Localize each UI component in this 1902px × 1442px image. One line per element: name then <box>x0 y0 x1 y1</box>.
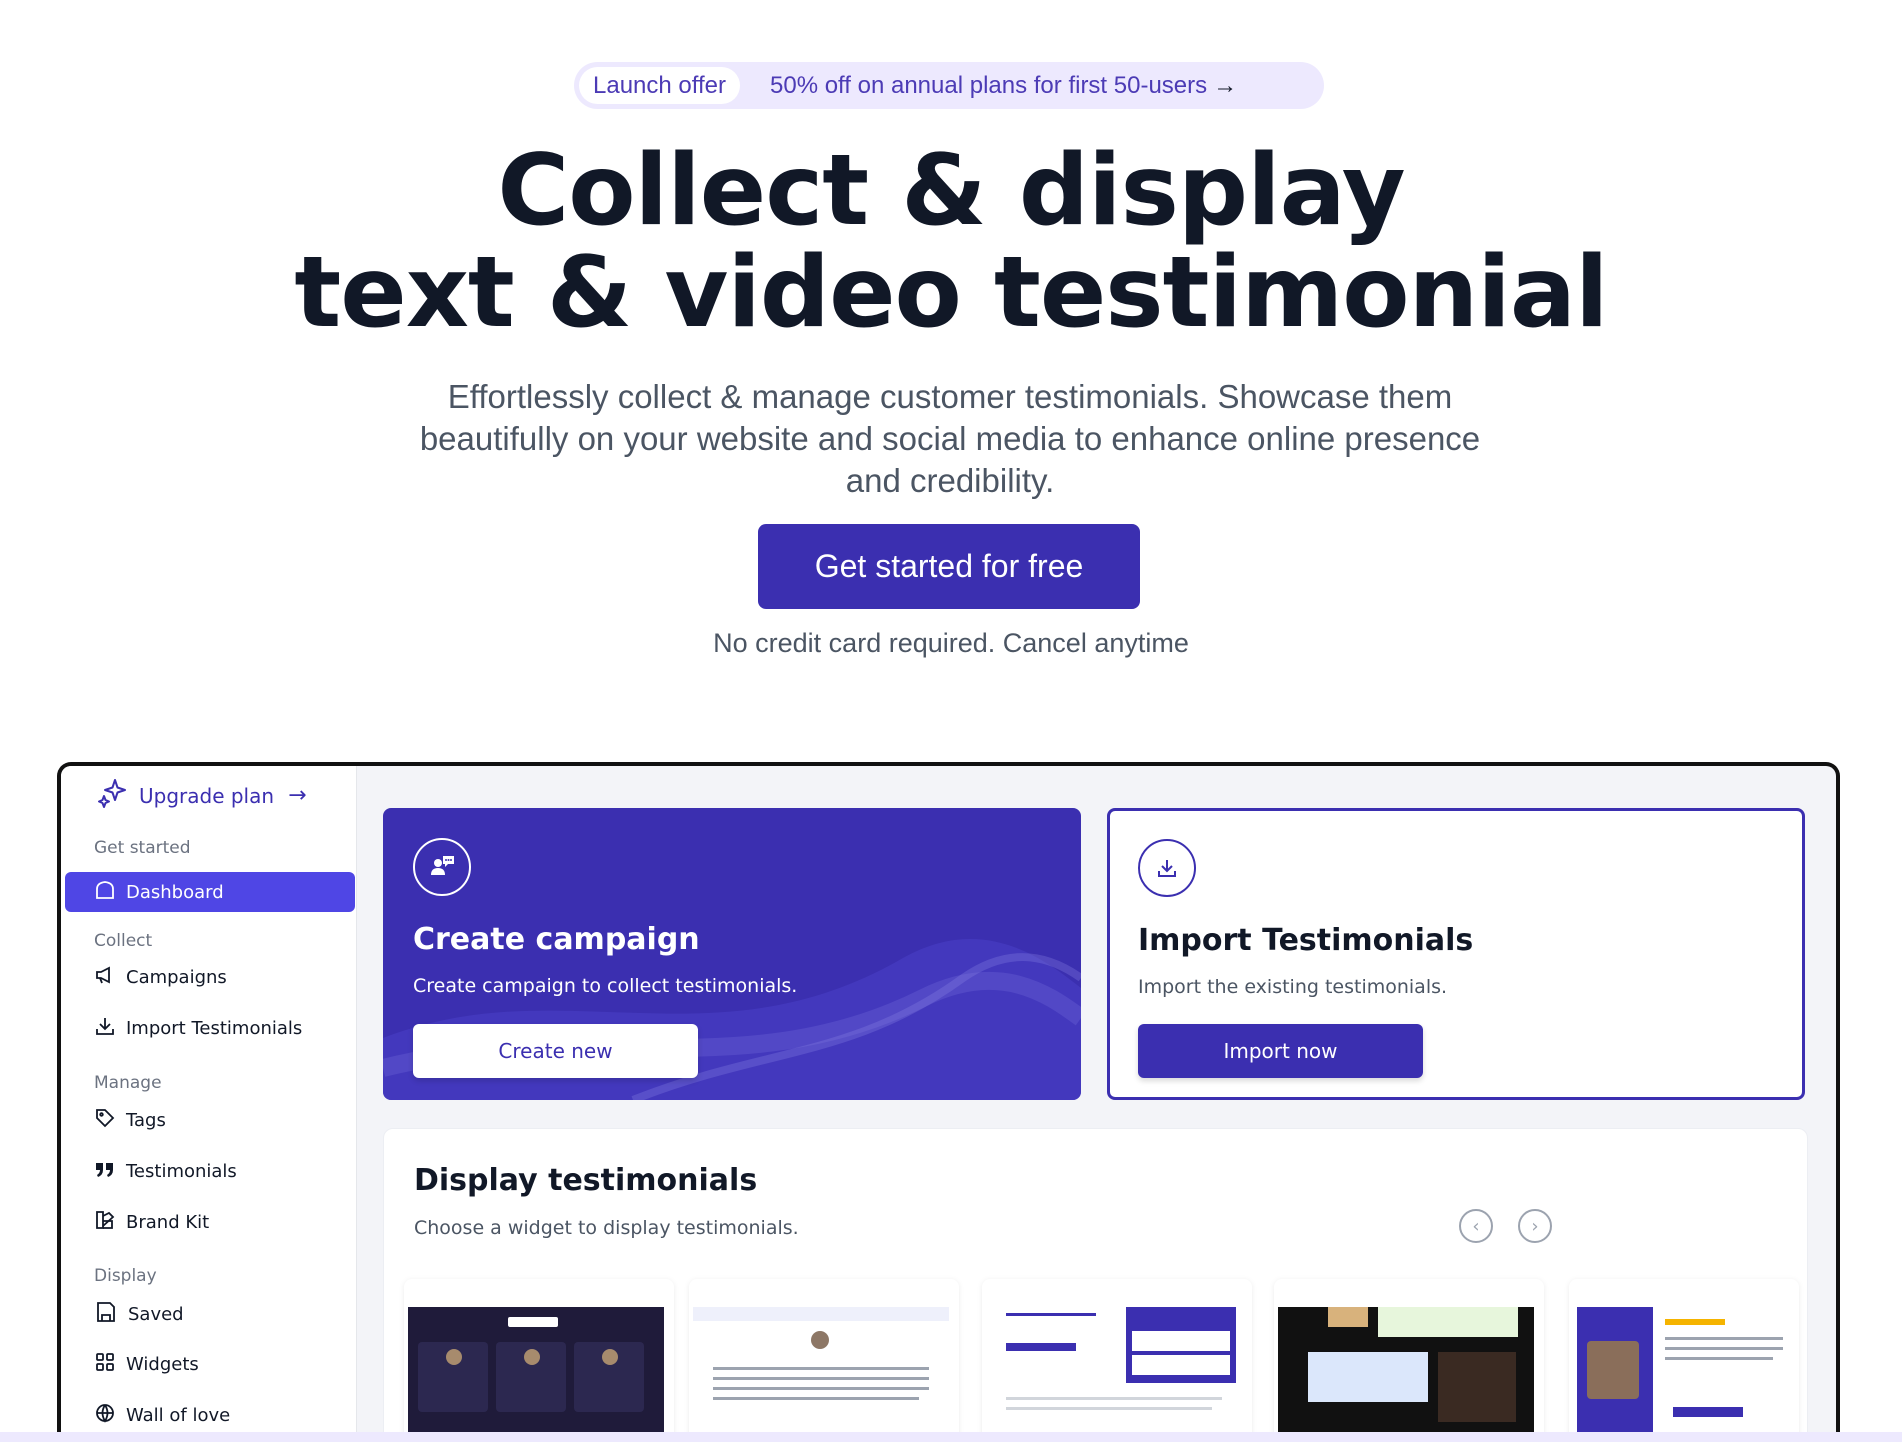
sidebar-item-widgets[interactable]: Widgets <box>94 1351 199 1378</box>
display-testimonials-desc: Choose a widget to display testimonials. <box>414 1217 799 1239</box>
sidebar-item-label: Testimonials <box>126 1161 237 1182</box>
sidebar-item-wall-of-love[interactable]: Wall of love <box>94 1402 230 1429</box>
palette-icon <box>94 1209 126 1236</box>
arrow-right-icon: → <box>288 783 307 808</box>
sparkles-icon <box>95 776 139 815</box>
create-new-button[interactable]: Create new <box>413 1024 698 1078</box>
grid-icon <box>94 1351 126 1378</box>
sidebar-item-label: Saved <box>128 1304 184 1325</box>
carousel-next-button[interactable]: › <box>1518 1209 1552 1243</box>
sidebar-item-campaigns[interactable]: Campaigns <box>94 964 227 991</box>
import-testimonials-card: Import Testimonials Import the existing … <box>1107 808 1805 1100</box>
quote-icon <box>94 1158 126 1185</box>
upgrade-plan-label: Upgrade plan <box>139 783 275 808</box>
upgrade-plan-link[interactable]: Upgrade plan → <box>95 776 307 815</box>
display-testimonials-card: Display testimonials Choose a widget to … <box>383 1128 1808 1442</box>
main-content: Create campaign Create campaign to colle… <box>361 766 1836 1442</box>
widget-thumbnail[interactable] <box>1569 1279 1799 1442</box>
carousel-prev-button[interactable]: ‹ <box>1459 1209 1493 1243</box>
hero-title-line-2: text & video testimonial <box>294 236 1608 350</box>
launch-offer-banner[interactable]: Launch offer 50% off on annual plans for… <box>574 62 1324 109</box>
section-manage: Manage <box>94 1073 162 1093</box>
widget-preview-video <box>1278 1307 1534 1442</box>
section-display: Display <box>94 1266 157 1286</box>
tag-icon <box>94 1107 126 1134</box>
widget-preview-single-quote <box>693 1307 949 1442</box>
sidebar-item-label: Brand Kit <box>126 1212 210 1233</box>
display-testimonials-title: Display testimonials <box>414 1163 758 1198</box>
app-preview-frame: Upgrade plan → Get started Dashboard Col… <box>57 762 1840 1442</box>
widget-preview-card <box>1573 1307 1789 1442</box>
home-icon <box>94 879 126 906</box>
sidebar-item-label: Wall of love <box>126 1405 231 1426</box>
section-collect: Collect <box>94 931 153 951</box>
hero-title: Collect & display text & video testimoni… <box>0 140 1902 344</box>
import-testimonials-title: Import Testimonials <box>1138 923 1474 958</box>
widget-preview-dark-grid <box>408 1307 664 1442</box>
sidebar-item-label: Import Testimonials <box>126 1018 303 1039</box>
download-icon <box>1138 839 1196 897</box>
hero-title-line-1: Collect & display <box>497 134 1405 248</box>
megaphone-icon <box>94 964 126 991</box>
bottom-strip <box>0 1432 1902 1442</box>
sidebar-item-label: Tags <box>126 1110 166 1131</box>
no-credit-card-note: No credit card required. Cancel anytime <box>713 628 1189 658</box>
widget-preview-list <box>986 1307 1242 1442</box>
create-campaign-card: Create campaign Create campaign to colle… <box>383 808 1081 1100</box>
sidebar-item-label: Dashboard <box>126 881 224 903</box>
sidebar-item-tags[interactable]: Tags <box>94 1107 166 1134</box>
import-now-button[interactable]: Import now <box>1138 1024 1423 1078</box>
save-icon <box>94 1300 128 1329</box>
launch-offer-tag: Launch offer <box>579 67 740 104</box>
sidebar-item-dashboard[interactable]: Dashboard <box>65 872 355 912</box>
download-icon <box>94 1015 126 1042</box>
sidebar-item-brand-kit[interactable]: Brand Kit <box>94 1209 209 1236</box>
sidebar-item-testimonials[interactable]: Testimonials <box>94 1158 237 1185</box>
get-started-button[interactable]: Get started for free <box>758 524 1140 609</box>
sidebar-item-label: Widgets <box>126 1354 199 1375</box>
launch-offer-text[interactable]: 50% off on annual plans for first 50-use… <box>770 72 1237 100</box>
sidebar-item-import-testimonials[interactable]: Import Testimonials <box>94 1015 302 1042</box>
sidebar-item-label: Campaigns <box>126 967 227 988</box>
create-campaign-title: Create campaign <box>413 922 700 957</box>
sidebar: Upgrade plan → Get started Dashboard Col… <box>61 766 357 1442</box>
widget-thumbnail[interactable] <box>689 1279 959 1442</box>
arrow-right-icon: → <box>1213 71 1238 99</box>
section-get-started: Get started <box>94 838 191 858</box>
hero-subtitle: Effortlessly collect & manage customer t… <box>419 378 1481 499</box>
sidebar-item-saved[interactable]: Saved <box>94 1300 184 1329</box>
widget-thumbnail[interactable] <box>982 1279 1252 1442</box>
globe-icon <box>94 1402 126 1429</box>
widget-thumbnail[interactable] <box>1274 1279 1544 1442</box>
chat-user-icon <box>413 838 471 896</box>
import-testimonials-desc: Import the existing testimonials. <box>1138 976 1448 998</box>
launch-offer-label: 50% off on annual plans for first 50-use… <box>770 71 1208 99</box>
widget-thumbnail[interactable] <box>404 1279 674 1442</box>
create-campaign-desc: Create campaign to collect testimonials. <box>413 975 798 997</box>
